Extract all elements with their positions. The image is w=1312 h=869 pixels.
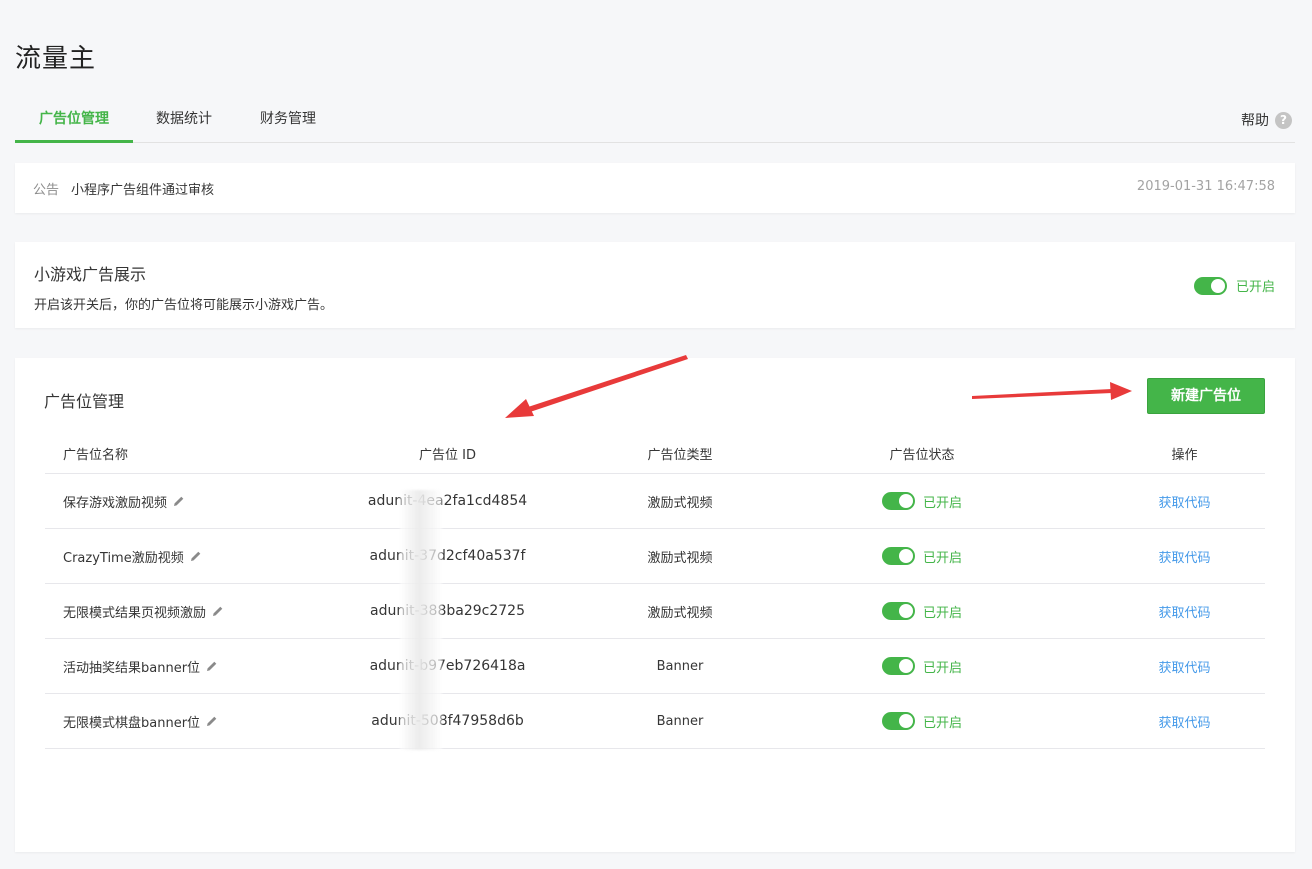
- ad-unit-toggle[interactable]: [881, 657, 915, 675]
- ad-unit-type: Banner: [656, 713, 704, 729]
- help-label: 帮助: [1241, 113, 1269, 129]
- tab-ad-management[interactable]: 广告位管理: [15, 98, 133, 143]
- pencil-icon[interactable]: [212, 605, 224, 617]
- ad-management-card: 广告位管理 新建广告位 广告位名称 广告位 ID 广告位类型 广告位状态 操作 …: [15, 358, 1295, 852]
- get-code-link[interactable]: 获取代码: [1158, 661, 1210, 676]
- column-header-id: 广告位 ID: [419, 448, 476, 463]
- redaction-mask: [400, 490, 442, 750]
- game-ads-switch-group: 已开启: [1193, 276, 1275, 295]
- ad-unit-status: 已开启: [922, 660, 962, 676]
- ad-unit-type: 激励式视频: [647, 550, 713, 566]
- ad-unit-name: 无限模式结果页视频激励: [63, 605, 207, 621]
- tab-data-statistics[interactable]: 数据统计: [143, 98, 225, 142]
- pencil-icon[interactable]: [173, 495, 185, 507]
- ad-unit-toggle[interactable]: [881, 602, 915, 620]
- table-row: 无限模式棋盘banner位 adunit-508f47958d6b Banner…: [45, 694, 1265, 749]
- question-circle-icon: ?: [1275, 111, 1292, 129]
- new-ad-unit-button[interactable]: 新建广告位: [1147, 378, 1265, 414]
- get-code-link[interactable]: 获取代码: [1158, 551, 1210, 566]
- main-tabs: 广告位管理 数据统计 财务管理 帮助 ?: [15, 98, 1295, 143]
- get-code-link[interactable]: 获取代码: [1158, 496, 1210, 511]
- notice-text[interactable]: 小程序广告组件通过审核: [71, 179, 214, 198]
- table-row: CrazyTime激励视频 adunit-37d2cf40a537f 激励式视频…: [45, 529, 1265, 584]
- table-row: 无限模式结果页视频激励 adunit-388ba29c2725 激励式视频 已开…: [45, 584, 1265, 639]
- app-title: 流量主: [15, 44, 97, 74]
- notice-card: 公告 小程序广告组件通过审核 2019-01-31 16:47:58: [15, 163, 1295, 213]
- table-row: 保存游戏激励视频 adunit-4ea2fa1cd4854 激励式视频 已开启 …: [45, 474, 1265, 529]
- ad-unit-name: 保存游戏激励视频: [63, 495, 168, 511]
- notice-label: 公告: [33, 183, 60, 198]
- page: 流量主 广告位管理 数据统计 财务管理 帮助 ? 公告 小程序广告组件通过审核 …: [0, 0, 1312, 869]
- ad-unit-toggle[interactable]: [881, 547, 915, 565]
- ad-management-title: 广告位管理: [44, 392, 125, 411]
- ad-unit-name: 无限模式棋盘banner位: [63, 715, 201, 731]
- column-header-action: 操作: [1171, 448, 1198, 463]
- ad-unit-status: 已开启: [922, 715, 962, 731]
- ad-unit-type: 激励式视频: [647, 605, 713, 621]
- ad-unit-id: adunit-4ea2fa1cd4854: [367, 493, 528, 509]
- tab-finance[interactable]: 财务管理: [247, 98, 329, 142]
- game-ads-description: 开启该开关后，你的广告位将可能展示小游戏广告。: [34, 298, 334, 313]
- get-code-link[interactable]: 获取代码: [1158, 606, 1210, 621]
- game-ads-title: 小游戏广告展示: [34, 265, 147, 284]
- ad-units-table: 广告位名称 广告位 ID 广告位类型 广告位状态 操作 保存游戏激励视频 adu…: [45, 434, 1265, 749]
- ad-unit-id: adunit-508f47958d6b: [371, 713, 524, 729]
- ad-unit-type: Banner: [656, 658, 704, 674]
- table-header: 广告位名称 广告位 ID 广告位类型 广告位状态 操作: [45, 434, 1265, 474]
- ad-unit-status: 已开启: [922, 495, 962, 511]
- get-code-link[interactable]: 获取代码: [1158, 716, 1210, 731]
- notice-time: 2019-01-31 16:47:58: [1136, 179, 1275, 194]
- ad-unit-status: 已开启: [922, 550, 962, 566]
- ad-unit-status: 已开启: [922, 605, 962, 621]
- ad-unit-id: adunit-b97eb726418a: [369, 658, 526, 674]
- game-ads-toggle[interactable]: [1193, 276, 1227, 295]
- column-header-status: 广告位状态: [889, 448, 955, 463]
- ad-unit-toggle[interactable]: [881, 492, 915, 510]
- pencil-icon[interactable]: [206, 715, 218, 727]
- game-ads-card: 小游戏广告展示 开启该开关后，你的广告位将可能展示小游戏广告。 已开启: [15, 242, 1295, 328]
- pencil-icon[interactable]: [206, 660, 218, 672]
- column-header-type: 广告位类型: [647, 448, 713, 463]
- column-header-name: 广告位名称: [63, 448, 129, 463]
- pencil-icon[interactable]: [190, 550, 202, 562]
- help-link[interactable]: 帮助 ?: [1241, 110, 1292, 130]
- game-ads-status: 已开启: [1235, 280, 1275, 295]
- ad-unit-toggle[interactable]: [881, 712, 915, 730]
- ad-unit-type: 激励式视频: [647, 495, 713, 511]
- ad-unit-id: adunit-388ba29c2725: [370, 603, 525, 619]
- ad-unit-id: adunit-37d2cf40a537f: [369, 548, 526, 564]
- ad-unit-name: CrazyTime激励视频: [63, 550, 184, 566]
- table-row: 活动抽奖结果banner位 adunit-b97eb726418a Banner…: [45, 639, 1265, 694]
- ad-unit-name: 活动抽奖结果banner位: [63, 660, 201, 676]
